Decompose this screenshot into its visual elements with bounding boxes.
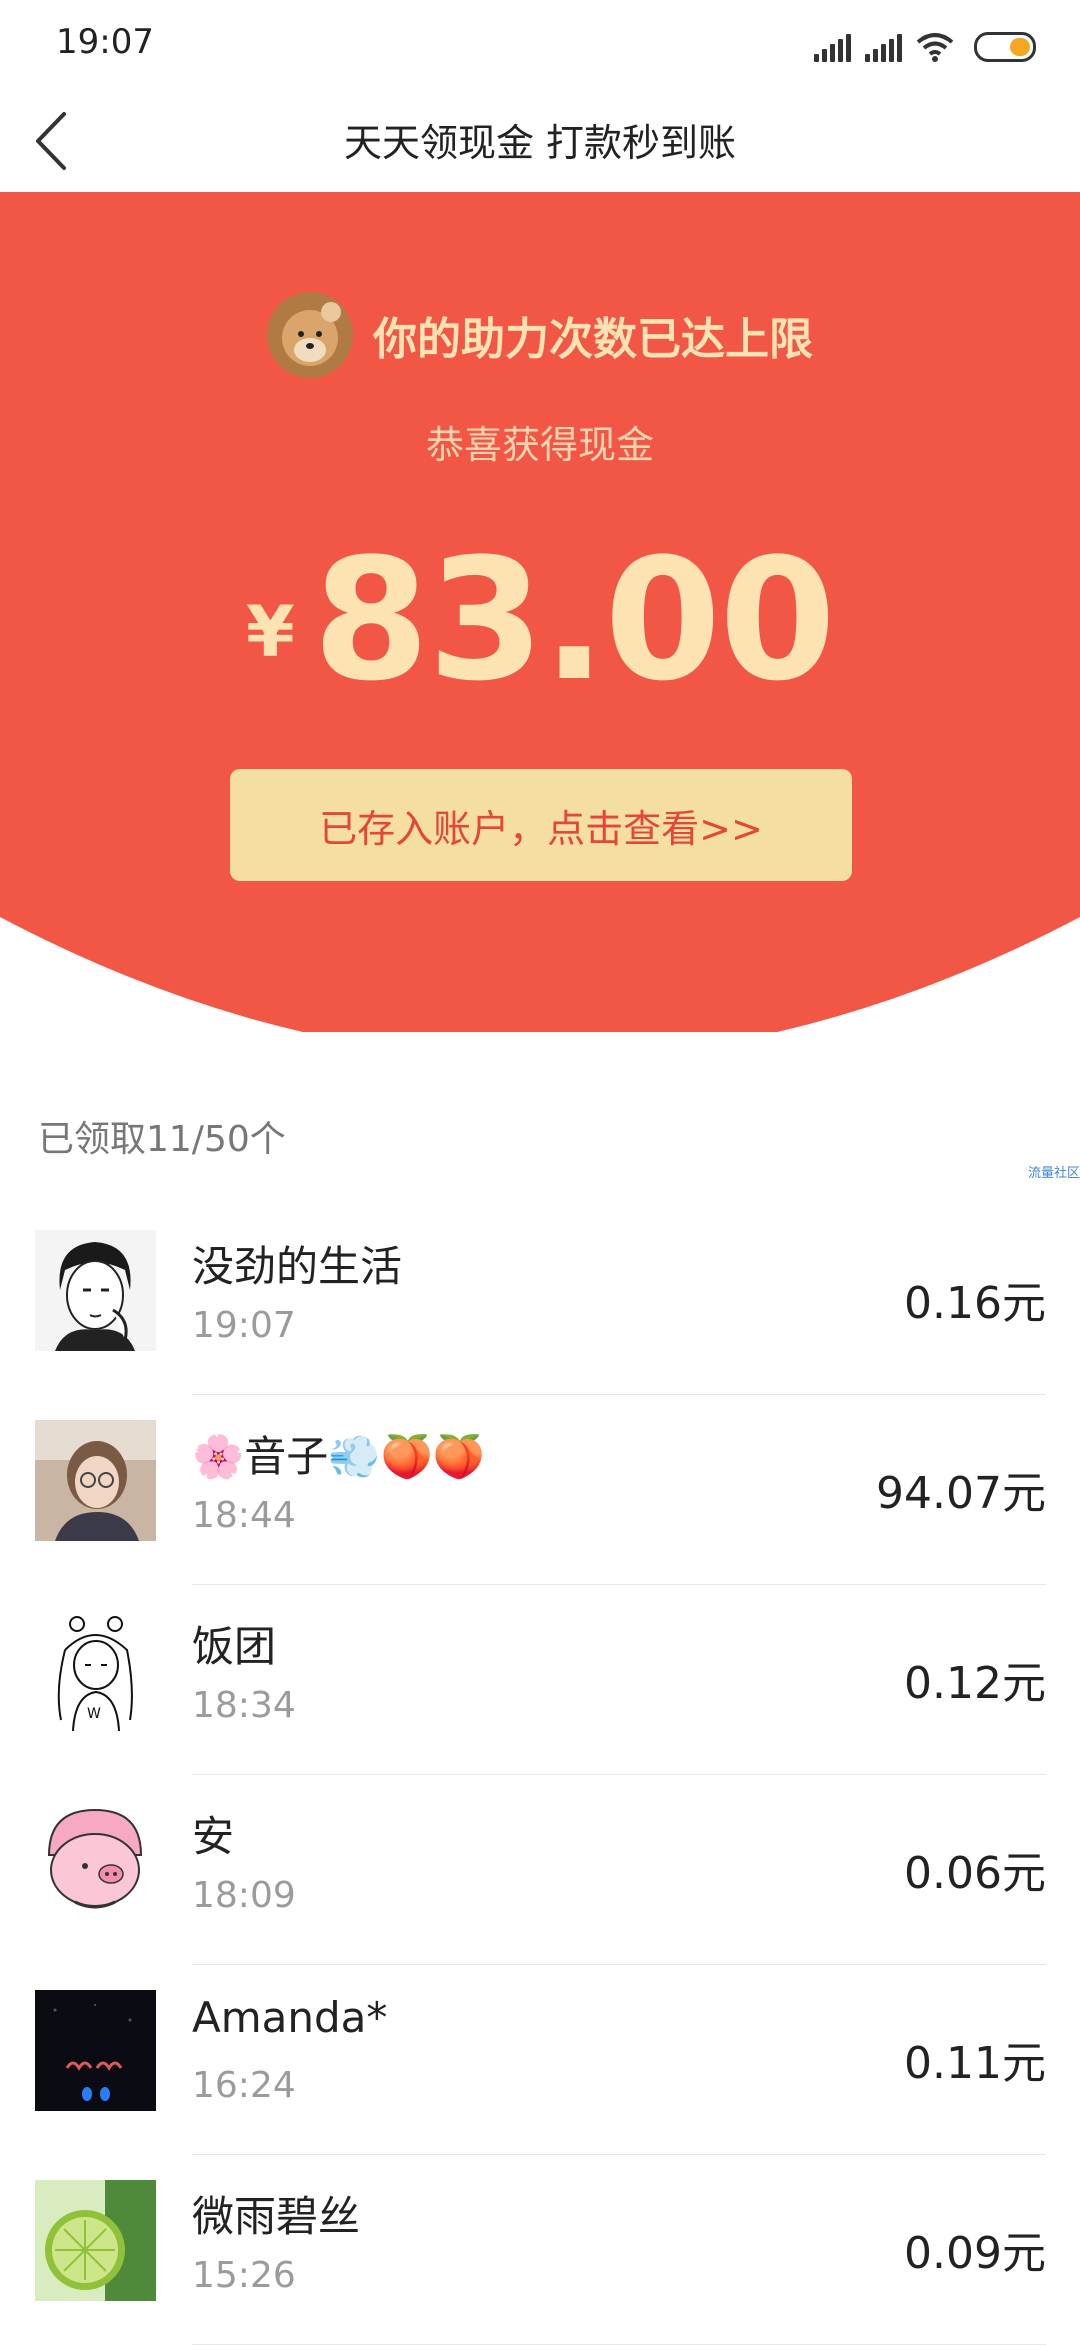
signal-icon xyxy=(865,34,902,62)
manga-boy-avatar xyxy=(35,1230,156,1351)
claim-time: 15:26 xyxy=(192,2255,296,2296)
avatar xyxy=(267,292,353,378)
list-item[interactable]: Amanda* 16:24 0.11元 xyxy=(0,1965,1080,2155)
claimer-name: Amanda* xyxy=(192,1993,388,2042)
page-title: 天天领现金 打款秒到账 xyxy=(343,121,737,165)
claim-amount: 0.16元 xyxy=(904,1278,1046,1329)
reward-hero: 你的助力次数已达上限 恭喜获得现金 ¥83.00 已存入账户，点击查看>> xyxy=(0,192,1080,1032)
reward-amount: ¥83.00 xyxy=(0,522,1080,718)
claimer-name: 饭团 xyxy=(192,1622,277,1671)
claim-time: 18:44 xyxy=(192,1495,296,1536)
limit-row: 你的助力次数已达上限 xyxy=(0,292,1080,378)
girl-sketch-avatar: W xyxy=(35,1610,156,1731)
avatar xyxy=(35,1800,156,1921)
battery-icon xyxy=(974,32,1036,62)
view-account-button[interactable]: 已存入账户，点击查看>> xyxy=(230,769,852,881)
list-item[interactable]: 🌸音子💨🍑🍑 18:44 94.07元 xyxy=(0,1395,1080,1585)
claim-amount: 0.11元 xyxy=(904,2038,1046,2089)
avatar: W xyxy=(35,1610,156,1731)
avatar xyxy=(35,1420,156,1541)
claim-amount: 0.12元 xyxy=(904,1658,1046,1709)
list-item[interactable]: 微雨碧丝 15:26 0.09元 xyxy=(0,2155,1080,2345)
status-bar: 19:07 xyxy=(0,0,1080,90)
dog-avatar-image xyxy=(267,292,353,378)
list-item[interactable]: 安 18:09 0.06元 xyxy=(0,1775,1080,1965)
claim-amount: 94.07元 xyxy=(876,1468,1046,1519)
avatar xyxy=(35,1230,156,1351)
claim-time: 18:34 xyxy=(192,1685,296,1726)
congrats-text: 恭喜获得现金 xyxy=(425,423,654,467)
claim-amount: 0.09元 xyxy=(904,2228,1046,2279)
lime-photo xyxy=(35,2180,156,2301)
claim-time: 16:24 xyxy=(192,2065,296,2106)
svg-text:W: W xyxy=(87,1706,101,1722)
claimer-name: 没劲的生活 xyxy=(192,1242,403,1291)
claimer-name: 微雨碧丝 xyxy=(192,2192,361,2241)
avatar xyxy=(35,2180,156,2301)
status-time: 19:07 xyxy=(56,22,154,62)
status-icons xyxy=(814,26,1036,62)
list-item[interactable]: 没劲的生活 19:07 0.16元 xyxy=(0,1205,1080,1395)
list-item[interactable]: W 饭团 18:34 0.12元 xyxy=(0,1585,1080,1775)
claim-amount: 0.06元 xyxy=(904,1848,1046,1899)
avatar xyxy=(35,1990,156,2111)
signal-icon xyxy=(814,34,851,62)
dark-night-photo xyxy=(35,1990,156,2111)
amount-value: 83.00 xyxy=(312,522,836,718)
claimer-name: 🌸音子💨🍑🍑 xyxy=(192,1432,486,1481)
wifi-icon xyxy=(916,33,954,62)
claimer-name: 安 xyxy=(192,1812,235,1861)
pink-pig-avatar xyxy=(35,1800,156,1921)
claim-time: 19:07 xyxy=(192,1305,296,1346)
limit-reached-text: 你的助力次数已达上限 xyxy=(373,314,813,365)
claimed-count: 已领取11/50个 xyxy=(38,1119,286,1160)
watermark-text: 流量社区 xyxy=(1027,1166,1080,1181)
woman-glasses-photo xyxy=(35,1420,156,1541)
claim-time: 18:09 xyxy=(192,1875,296,1916)
claim-list: 没劲的生活 19:07 0.16元 🌸音子💨🍑🍑 18:44 94.07元 W … xyxy=(0,1205,1080,2345)
currency-symbol: ¥ xyxy=(245,591,295,673)
nav-bar: 天天领现金 打款秒到账 xyxy=(0,90,1080,193)
